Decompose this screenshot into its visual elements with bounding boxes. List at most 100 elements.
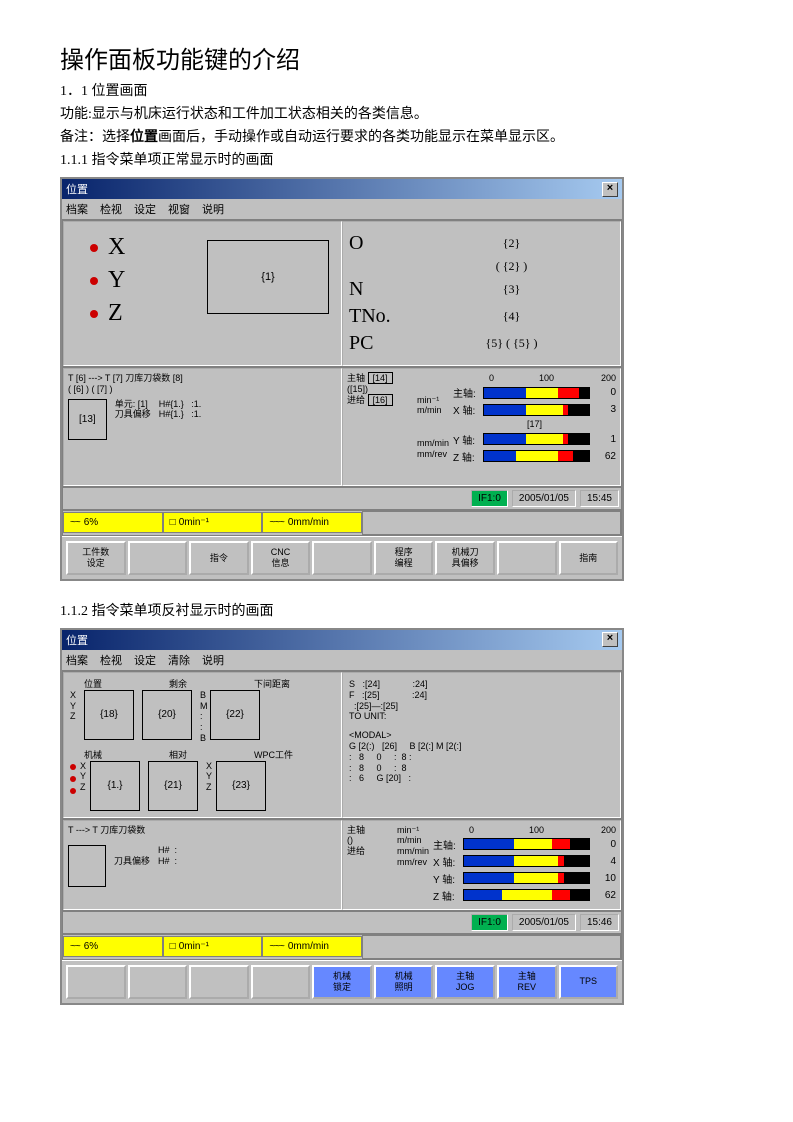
position-preview-box: {1} xyxy=(207,240,329,314)
window-titlebar: 位置 × xyxy=(62,179,622,199)
softkey-button[interactable] xyxy=(312,541,372,575)
override-cell: ~~ 6% xyxy=(63,936,163,957)
load-bar: 主轴:0 xyxy=(453,385,616,400)
menu-item[interactable]: 检视 xyxy=(100,201,122,217)
load-bar: Y 轴:10 xyxy=(433,871,616,886)
load-bar: Z 轴:62 xyxy=(453,449,616,464)
override-value: 6% xyxy=(84,517,98,528)
tool-number-box: [13] xyxy=(68,399,107,440)
window-title-text: 位置 xyxy=(66,181,88,197)
load-bar: 主轴:0 xyxy=(433,837,616,852)
status-date: 2005/01/05 xyxy=(512,914,576,931)
section-112: 1.1.2 指令菜单项反衬显示时的画面 xyxy=(60,601,733,622)
position-axes-panel: XYZ {1} xyxy=(63,221,342,366)
load-bar: X 轴:3 xyxy=(453,402,616,417)
status-strip: IF1:0 2005/01/05 15:45 xyxy=(62,487,622,510)
function-line: 功能:显示与机床运行状态和工件加工状态相关的各类信息。 xyxy=(60,104,733,125)
axis-indicator-dot xyxy=(90,277,98,285)
menu-item[interactable]: 档案 xyxy=(66,201,88,217)
softkey-button[interactable]: 程序 编程 xyxy=(374,541,434,575)
note-line: 备注：选择位置画面后，手动操作或自动运行要求的各类功能显示在菜单显示区。 xyxy=(60,127,733,148)
menu-item[interactable]: 说明 xyxy=(202,201,224,217)
tool-number-box xyxy=(68,845,106,887)
close-icon[interactable]: × xyxy=(602,182,618,197)
softkey-button[interactable]: CNC 信息 xyxy=(251,541,311,575)
softkey-button[interactable] xyxy=(497,541,557,575)
softkey-button[interactable]: 工件数 设定 xyxy=(66,541,126,575)
softkey-button[interactable] xyxy=(251,965,311,999)
info-value: {4} xyxy=(409,309,614,324)
override-value: 0min⁻¹ xyxy=(179,941,209,952)
status-date: 2005/01/05 xyxy=(512,490,576,507)
section-1-heading: 1．1 位置画面 xyxy=(60,81,733,102)
info-value: ( {2} ) xyxy=(409,259,614,274)
axis-indicator-dot xyxy=(90,244,98,252)
softkey-button[interactable]: 主轴 REV xyxy=(497,965,557,999)
menu-item[interactable]: 设定 xyxy=(134,652,156,668)
status-if-indicator: IF1:0 xyxy=(471,490,508,507)
override-value: 6% xyxy=(84,941,98,952)
screenshot-2: 位置 × 档案检视设定清除说明 位置 剩余 下间距离 X Y Z {18} {2… xyxy=(60,628,624,1005)
section-111: 1.1.1 指令菜单项正常显示时的画面 xyxy=(60,150,733,171)
override-value: 0min⁻¹ xyxy=(179,517,209,528)
info-label: PC xyxy=(349,332,409,355)
info-value: {3} xyxy=(409,282,614,297)
info-value: {5} ( {5} ) xyxy=(409,336,614,351)
override-icon: ~~ xyxy=(70,941,80,952)
override-icon: □ xyxy=(170,517,175,528)
override-value: 0mm/min xyxy=(288,517,329,528)
menu-item[interactable]: 设定 xyxy=(134,201,156,217)
program-info-panel: O{2} ( {2} )N{3}TNo.{4}PC{5} ( {5} ) xyxy=(342,221,621,366)
softkey-button[interactable] xyxy=(66,965,126,999)
menu-item[interactable]: 清除 xyxy=(168,652,190,668)
info-label: O xyxy=(349,232,409,255)
override-cell: ~~~0mm/min xyxy=(262,936,362,957)
position-grid-panel: 位置 剩余 下间距离 X Y Z {18} {20} B M : : B {22… xyxy=(63,672,342,818)
menu-item[interactable]: 说明 xyxy=(202,652,224,668)
load-meter-panel: 主轴 [14] ([15]) 进给 [16] min⁻¹ m/min mm/mi… xyxy=(342,368,621,486)
softkey-button[interactable] xyxy=(128,541,188,575)
status-time: 15:46 xyxy=(580,914,619,931)
axis-label: X xyxy=(108,234,125,261)
status-strip: IF1:0 2005/01/05 15:46 xyxy=(62,911,622,934)
status-time: 15:45 xyxy=(580,490,619,507)
softkey-button[interactable]: 指令 xyxy=(189,541,249,575)
override-icon: ~~~ xyxy=(269,941,284,952)
softkey-row: 机械 锁定机械 照明主轴 JOG主轴 REVTPS xyxy=(62,960,622,1003)
softkey-button[interactable]: 机械 锁定 xyxy=(312,965,372,999)
menu-item[interactable]: 档案 xyxy=(66,652,88,668)
menu-item[interactable]: 视窗 xyxy=(168,201,190,217)
softkey-button[interactable]: TPS xyxy=(559,965,619,999)
override-cell: □ 0min⁻¹ xyxy=(163,512,263,533)
info-value: {2} xyxy=(409,236,614,251)
menu-item[interactable]: 检视 xyxy=(100,652,122,668)
override-strip: ~~ 6% □ 0min⁻¹ ~~~0mm/min xyxy=(62,934,622,960)
axis-indicator-dot xyxy=(90,310,98,318)
softkey-button[interactable] xyxy=(189,965,249,999)
close-icon[interactable]: × xyxy=(602,632,618,647)
softkey-row: 工件数 设定 指令CNC 信息 程序 编程机械刀 具偏移 指南 xyxy=(62,536,622,579)
softkey-button[interactable]: 机械刀 具偏移 xyxy=(435,541,495,575)
override-icon: ~~~ xyxy=(269,517,284,528)
softkey-button[interactable]: 主轴 JOG xyxy=(435,965,495,999)
info-label: N xyxy=(349,278,409,301)
modal-info-panel: S :[24] :24] F :[25] :24] :[25]—:[25] TO… xyxy=(342,672,621,818)
override-icon: □ xyxy=(170,941,175,952)
softkey-button[interactable]: 指南 xyxy=(559,541,619,575)
menu-bar: 档案检视设定视窗说明 xyxy=(62,199,622,220)
screenshot-1: 位置 × 档案检视设定视窗说明 XYZ {1} O{2}( {2} )N{3}T… xyxy=(60,177,624,581)
status-if-indicator: IF1:0 xyxy=(471,914,508,931)
load-bar: Z 轴:62 xyxy=(433,888,616,903)
tool-info-panel: T ---> T 刀库刀袋数 刀具偏移 H# : H# : xyxy=(63,820,342,910)
softkey-button[interactable] xyxy=(128,965,188,999)
override-cell: ~~~ 0mm/min xyxy=(262,512,362,533)
menu-bar: 档案检视设定清除说明 xyxy=(62,650,622,671)
load-bar: Y 轴:1 xyxy=(453,432,616,447)
tool-info-panel: T [6] ---> T [7] 刀库刀袋数 [8] ( [6] ) ( [7]… xyxy=(63,368,342,486)
axis-label: Y xyxy=(108,267,125,294)
info-label: TNo. xyxy=(349,305,409,328)
softkey-button[interactable]: 机械 照明 xyxy=(374,965,434,999)
page-title: 操作面板功能键的介绍 xyxy=(60,40,733,75)
override-icon: ~~ xyxy=(70,517,80,528)
override-cell: ~~ 6% xyxy=(63,512,163,533)
